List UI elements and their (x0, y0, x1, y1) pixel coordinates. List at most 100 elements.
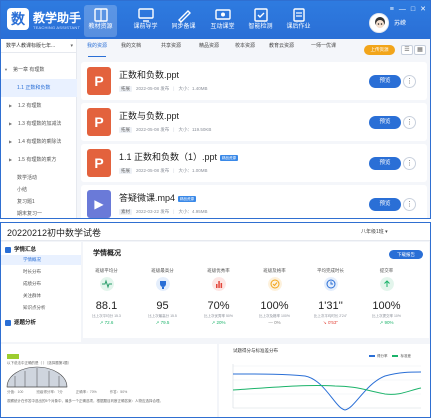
metric-pass-rate: 班级及格率 100% 比上次及格率 100% — 0% (253, 268, 296, 328)
sidebar-item[interactable]: 成绩分布 (1, 279, 81, 289)
video-file-icon: ▶ (87, 190, 111, 218)
sidebar-item-label: 期末复习一 (17, 211, 43, 217)
preview-button[interactable]: 预览 (369, 116, 401, 129)
tab-school-resources[interactable]: 校本资源 (235, 42, 255, 49)
section-label: 学情汇总 (14, 247, 37, 253)
metric-value: 88.1 (95, 300, 118, 312)
nav-lesson-prep[interactable]: 同步备课 (167, 5, 200, 37)
avatar-illustration (375, 17, 385, 28)
metric-compare: 比上次最高分 15.5 (148, 314, 177, 318)
nav-teaching-resources[interactable]: 教材资源 (84, 5, 117, 37)
board-icon (214, 9, 231, 20)
sidebar-item[interactable]: 关注群体 (1, 291, 81, 301)
preview-button[interactable]: 预览 (369, 198, 401, 211)
chevron-down-icon: ▾ (70, 43, 73, 49)
metric-delta: ↗ 20% (211, 320, 226, 325)
sidebar-item[interactable]: 期末复习一 (1, 205, 77, 218)
nav-label: 同步备课 (171, 24, 196, 30)
check-circle-icon (267, 277, 282, 291)
tab-shared-resources[interactable]: 共享资源 (161, 42, 181, 49)
maximize-icon[interactable]: □ (411, 6, 415, 13)
stat-class-score: 班级得分率：7分 (36, 390, 63, 394)
tab-cloud-resources[interactable]: 教育云资源 (269, 42, 294, 49)
more-options-icon[interactable]: ⋮ (403, 116, 416, 129)
expand-icon: ▶ (9, 157, 13, 162)
file-card[interactable]: P 1.1 正数和负数（1）.ppt 精品资源 拓展 2022-05-08 发布 | 大… (81, 144, 427, 182)
nav-homework[interactable]: 课后作业 (282, 5, 315, 37)
expand-icon: ▶ (9, 103, 13, 108)
file-card[interactable]: ▶ 答疑微课.mp4 精品资源 素材 2022-03-22 发布 | 大小：4.95MB… (81, 185, 427, 218)
sidebar-item-label: 1.4 有理数的乘除法 (18, 139, 62, 145)
metric-value: 100% (372, 300, 401, 312)
metric-delta: ↘ 0'53'' (322, 320, 339, 325)
metric-compare: 比上次提交率 10% (372, 314, 401, 318)
tab-indicator (88, 56, 106, 57)
premium-badge: 精品资源 (178, 195, 197, 202)
sidebar-item[interactable]: ▶ 1.3 有理数的加减法 (1, 115, 77, 133)
more-options-icon[interactable]: ⋮ (403, 75, 416, 88)
report-window: 20220212初中数学试卷 八年级1班 ▾ 学情汇总 学情概况 时长分布 成绩… (0, 222, 431, 418)
textbook-selector[interactable]: 数学人教课标版七年... ▾ (1, 39, 77, 53)
section-summary[interactable]: 学情汇总 (5, 245, 36, 253)
resource-window: 数 教学助手 TEACHING ASSISTANT 教材资源 课前导学 同步备课… (0, 0, 431, 219)
score-rate-line (232, 371, 422, 411)
window-controls: ≡ — □ ✕ (385, 5, 426, 13)
tab-excellent-lessons[interactable]: 一师一优课 (311, 42, 336, 49)
file-name: 1.1 正数和负数（1）.ppt 精品资源 (119, 150, 239, 163)
metric-value: 70% (207, 300, 230, 312)
list-view-icon[interactable]: ☰ (401, 45, 413, 55)
metric-avg-duration: 平均完成时长 1'31'' 比上次平均时长 2'24'' ↘ 0'53'' (309, 268, 352, 328)
chart-title: 试题得分与标准差分布 (233, 348, 278, 353)
tab-my-documents[interactable]: 我的文档 (121, 42, 141, 49)
tab-my-resources[interactable]: 我的资源 (87, 42, 107, 49)
sidebar-item-label: 1.3 有理数的加减法 (18, 121, 62, 127)
sidebar-item[interactable]: 1.1 正数和负数 (1, 79, 77, 97)
metric-label: 班级最高分 (151, 268, 174, 273)
class-selector[interactable]: 八年级1班 ▾ (361, 228, 388, 235)
sidebar-item[interactable]: ▼ 第一章 有理数 (1, 61, 77, 79)
file-size: 大小：119.50KB (178, 127, 212, 132)
stat-score: 分值：100 (7, 390, 24, 394)
upload-button[interactable]: 上传资源 (364, 45, 395, 55)
chart-legend: 得分率 标准差 (369, 354, 411, 359)
close-icon[interactable]: ✕ (420, 6, 426, 13)
sidebar-item[interactable]: 时长分布 (1, 267, 81, 277)
more-options-icon[interactable]: ⋮ (403, 157, 416, 170)
grid-view-icon[interactable]: ▦ (414, 45, 426, 55)
question-explanation: 观察统计在作答中选出的5个对象中，最多一个正确选项，根据题目判断正确答案：人物应… (7, 399, 163, 403)
tab-premium-resources[interactable]: 精品资源 (199, 42, 219, 49)
file-name-text: 答疑微课.mp4 (119, 193, 176, 203)
sidebar-item[interactable]: ▶ 1.4 有理数的乘除法 (1, 133, 77, 151)
file-card[interactable]: P 正数与负数.ppt 拓展 2022-05-08 发布 | 大小：119.50KB … (81, 103, 427, 141)
section-question-analysis[interactable]: 逐题分析 (5, 318, 36, 326)
metric-value: 95 (156, 300, 169, 312)
sidebar-item[interactable]: 学情概况 (1, 255, 81, 265)
file-tag: 拓展 (119, 168, 132, 174)
app-logo: 数 (7, 8, 29, 30)
more-options-icon[interactable]: ⋮ (403, 198, 416, 211)
sidebar-item-label: 1.2 有理数 (18, 103, 42, 109)
stat-answered: 作答：50% (109, 390, 128, 394)
file-meta: 拓展 2022-05-08 发布 | 大小：1.40MB (119, 86, 208, 92)
nav-smart-test[interactable]: 智能检测 (244, 5, 277, 37)
preview-button[interactable]: 预览 (369, 75, 401, 88)
app-header: 数 教学助手 TEACHING ASSISTANT 教材资源 课前导学 同步备课… (1, 1, 430, 39)
sidebar-item[interactable]: 知识点分析 (1, 303, 81, 313)
sidebar-item[interactable]: ▶ 1.2 有理数 (1, 97, 77, 115)
file-name: 正数和负数.ppt (119, 68, 179, 81)
minimize-icon[interactable]: — (399, 6, 406, 13)
download-report-button[interactable]: 下载报告 (389, 250, 423, 259)
file-date: 2022-05-08 发布 (136, 168, 170, 173)
preview-button[interactable]: 预览 (369, 157, 401, 170)
nav-label: 智能检测 (248, 24, 273, 30)
file-card[interactable]: P 正数和负数.ppt 拓展 2022-05-08 发布 | 大小：1.40MB 预览… (81, 62, 427, 100)
question-stats: 分值：100 班级得分率：7分 正确率：70% 作答：50% (7, 390, 211, 396)
user-avatar[interactable] (369, 13, 389, 33)
metric-delta: ↗ 90% (379, 320, 394, 325)
section-icon (5, 319, 11, 326)
file-date: 2022-05-08 发布 (136, 127, 170, 132)
nav-pre-class[interactable]: 课前导学 (129, 5, 162, 37)
menu-icon[interactable]: ≡ (390, 6, 394, 13)
sidebar-item[interactable]: ▶ 1.5 有理数的乘方 (1, 151, 77, 169)
nav-interactive-class[interactable]: 互动课堂 (206, 5, 239, 37)
